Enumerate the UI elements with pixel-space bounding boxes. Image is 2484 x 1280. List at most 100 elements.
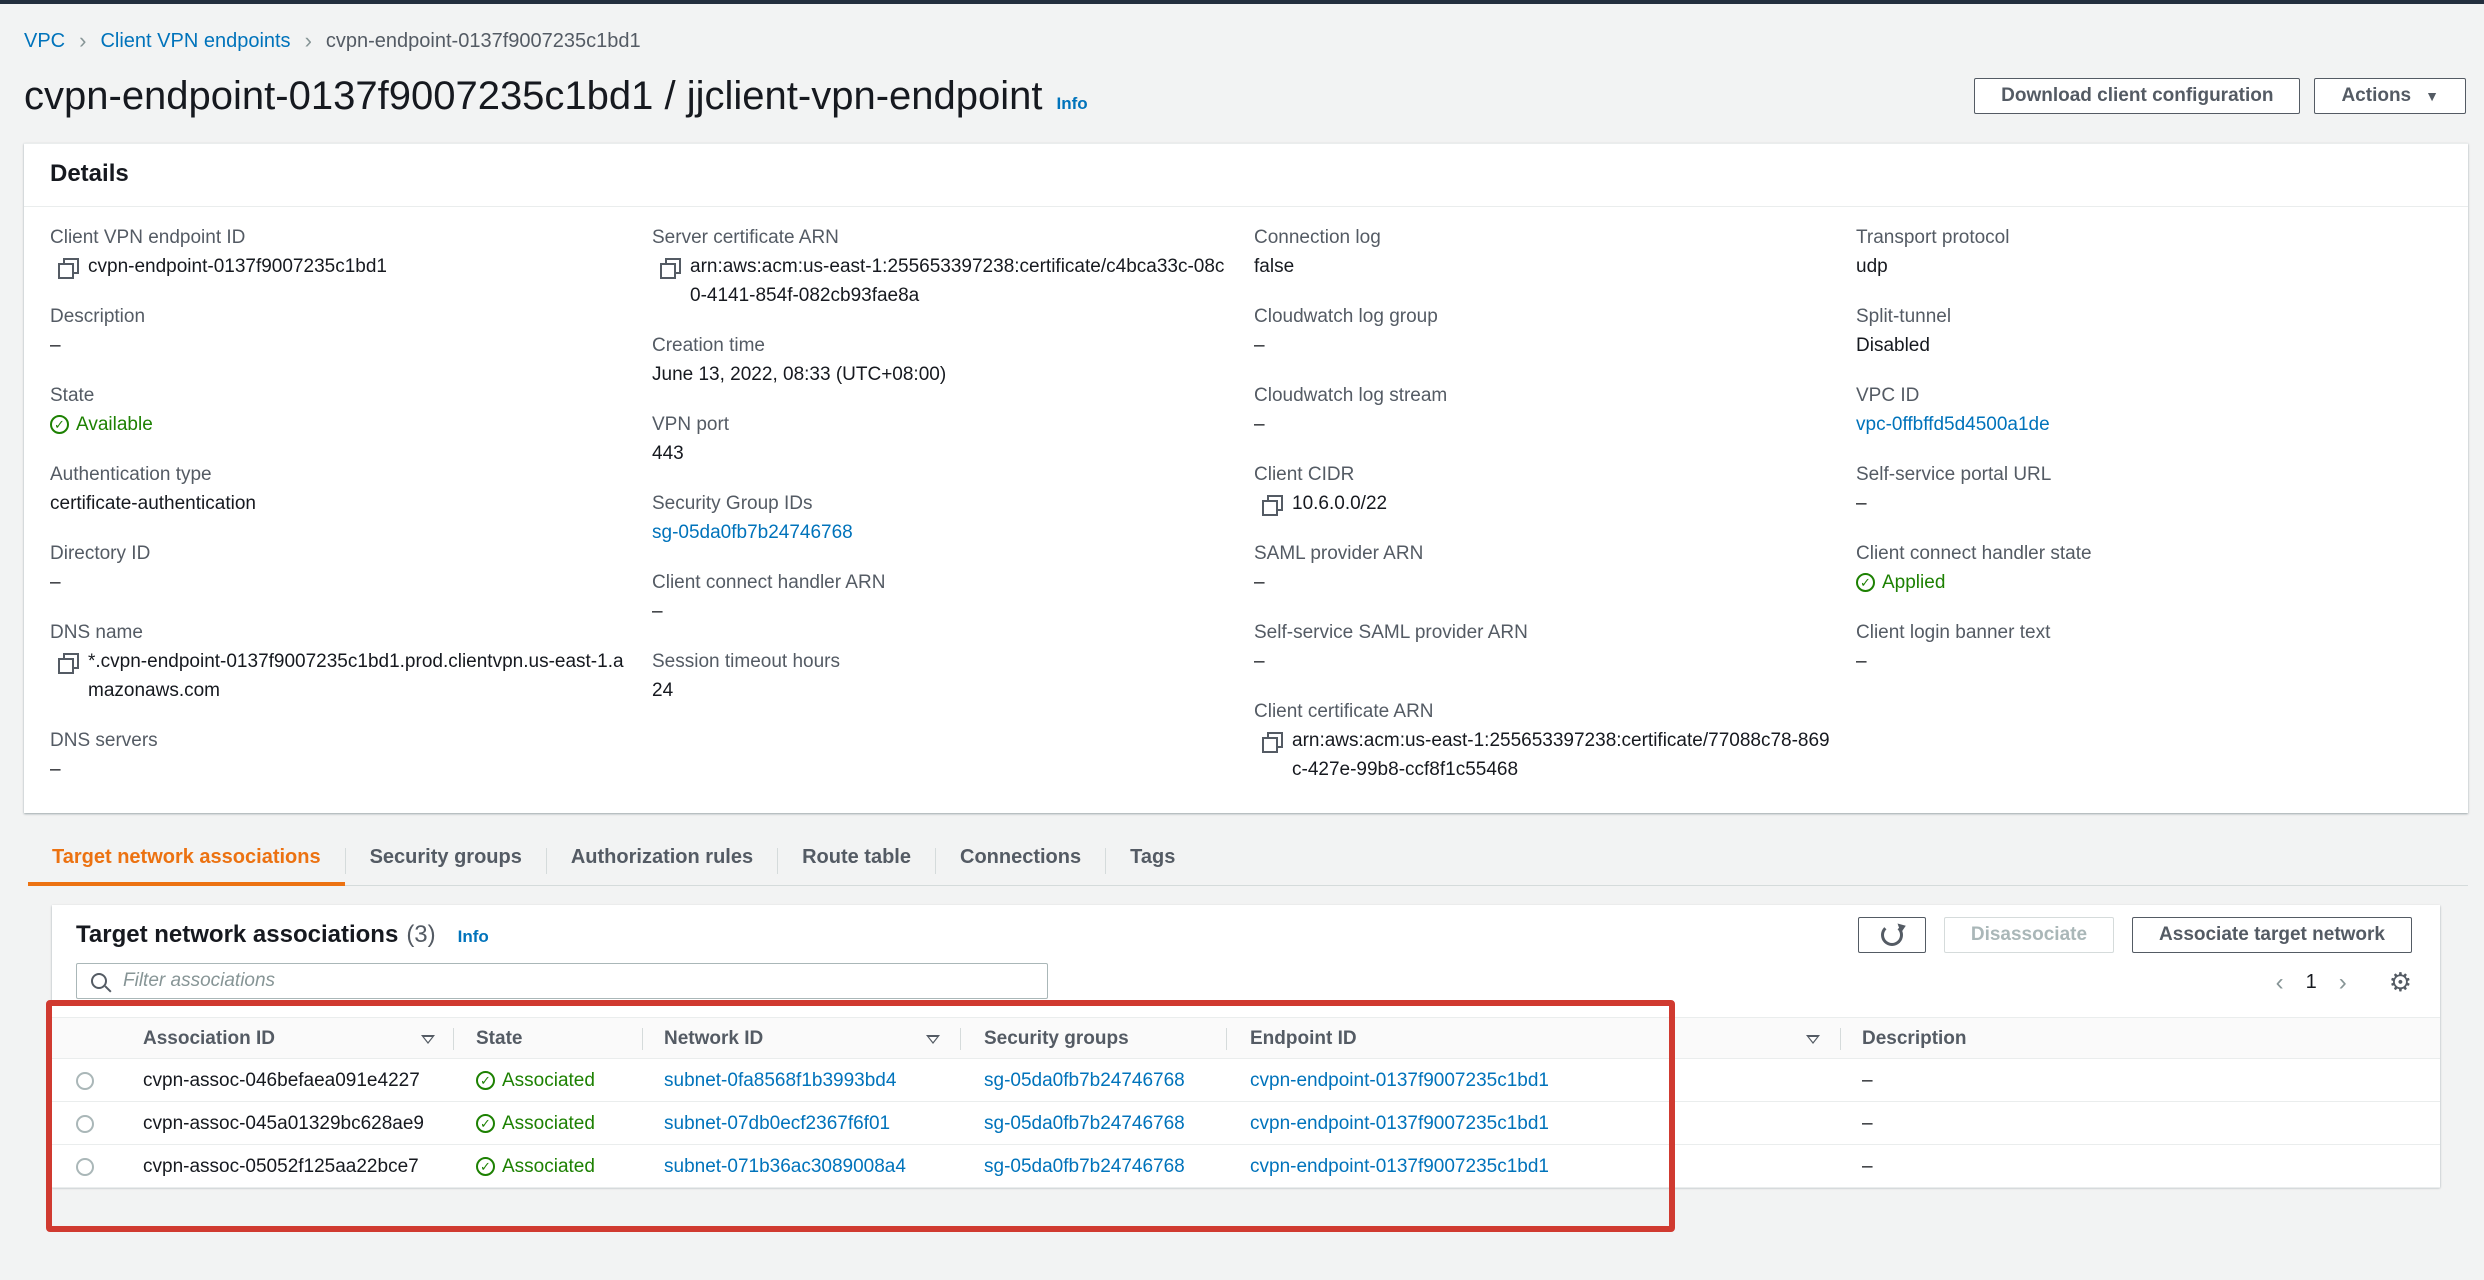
table-row[interactable]: cvpn-assoc-05052f125aa22bce7 ✓ Associate… xyxy=(52,1145,2440,1188)
header-actions: Download client configuration Actions ▼ xyxy=(1974,78,2466,114)
check-circle-icon: ✓ xyxy=(476,1071,495,1090)
breadcrumb-client-vpn-endpoints[interactable]: Client VPN endpoints xyxy=(100,30,290,53)
field-label: DNS servers xyxy=(50,730,158,751)
page-title: cvpn-endpoint-0137f9007235c1bd1 / jjclie… xyxy=(24,74,1043,118)
endpoint-id-link[interactable]: cvpn-endpoint-0137f9007235c1bd1 xyxy=(1250,1145,1549,1188)
state-value: Associated xyxy=(502,1113,595,1134)
target-network-associations-panel: Target network associations (3) Info Dis… xyxy=(52,905,2440,1188)
field-directory-id: Directory ID – xyxy=(50,540,630,597)
row-radio[interactable] xyxy=(76,1072,94,1090)
field-cloudwatch-log-group: Cloudwatch log group – xyxy=(1254,303,1834,360)
column-endpoint-id[interactable]: Endpoint ID xyxy=(1250,1018,1357,1060)
field-value: Disabled xyxy=(1856,335,1930,356)
sort-icon[interactable] xyxy=(421,1035,435,1044)
chevron-left-icon[interactable]: ‹ xyxy=(2276,969,2284,997)
field-server-certificate-arn: Server certificate ARN arn:aws:acm:us-ea… xyxy=(652,224,1232,310)
column-separator xyxy=(642,1028,643,1050)
field-value: – xyxy=(652,601,663,622)
column-security-groups[interactable]: Security groups xyxy=(984,1018,1129,1060)
field-label: Transport protocol xyxy=(1856,227,2010,248)
info-link[interactable]: Info xyxy=(458,927,489,947)
field-label: Client connect handler ARN xyxy=(652,572,886,593)
tab-security-groups[interactable]: Security groups xyxy=(346,838,546,886)
field-value: – xyxy=(1254,572,1265,593)
filter-associations-input[interactable] xyxy=(121,969,1001,993)
field-value: – xyxy=(50,759,61,780)
sort-icon[interactable] xyxy=(926,1035,940,1044)
field-value: 24 xyxy=(652,680,674,701)
network-id-link[interactable]: subnet-071b36ac3089008a4 xyxy=(664,1145,906,1188)
field-value: 10.6.0.0/22 xyxy=(1254,489,1834,518)
caret-down-icon: ▼ xyxy=(2425,88,2439,104)
client-certificate-value: arn:aws:acm:us-east-1:255653397238:certi… xyxy=(1292,730,1830,780)
column-separator xyxy=(1840,1028,1841,1050)
refresh-icon xyxy=(1880,924,1903,946)
field-label: Description xyxy=(50,306,146,327)
field-label: Client CIDR xyxy=(1254,464,1355,485)
copy-icon[interactable] xyxy=(58,653,79,674)
column-state[interactable]: State xyxy=(476,1018,522,1060)
field-client-login-banner-text: Client login banner text – xyxy=(1856,619,2436,676)
copy-icon[interactable] xyxy=(660,258,681,279)
column-description[interactable]: Description xyxy=(1862,1018,1967,1060)
actions-button-label: Actions xyxy=(2341,85,2412,106)
field-connection-log: Connection log false xyxy=(1254,224,1834,281)
refresh-button[interactable] xyxy=(1857,917,1926,953)
row-radio[interactable] xyxy=(76,1158,94,1176)
copy-icon[interactable] xyxy=(58,258,79,279)
network-id-link[interactable]: subnet-0fa8568f1b3993bd4 xyxy=(664,1059,896,1102)
chevron-right-icon[interactable]: › xyxy=(2339,969,2347,997)
security-group-link[interactable]: sg-05da0fb7b24746768 xyxy=(984,1059,1185,1102)
download-client-configuration-button[interactable]: Download client configuration xyxy=(1974,78,2301,114)
info-link[interactable]: Info xyxy=(1057,94,1088,114)
filter-box xyxy=(76,963,1048,999)
field-label: Creation time xyxy=(652,335,765,356)
disassociate-button[interactable]: Disassociate xyxy=(1943,917,2115,953)
tab-target-network-associations[interactable]: Target network associations xyxy=(28,838,345,886)
description-value: – xyxy=(1862,1070,1873,1091)
tab-route-table[interactable]: Route table xyxy=(778,838,935,886)
field-value: 443 xyxy=(652,443,684,464)
field-label: Client connect handler state xyxy=(1856,543,2092,564)
state-value: Available xyxy=(76,414,153,435)
field-value: – xyxy=(1254,414,1265,435)
field-label: Self-service SAML provider ARN xyxy=(1254,622,1528,643)
tab-tags[interactable]: Tags xyxy=(1106,838,1199,886)
field-value: – xyxy=(1254,651,1265,672)
field-value: – xyxy=(1856,493,1867,514)
tab-authorization-rules[interactable]: Authorization rules xyxy=(547,838,777,886)
copy-icon[interactable] xyxy=(1262,732,1283,753)
security-group-link[interactable]: sg-05da0fb7b24746768 xyxy=(984,1145,1185,1188)
tab-connections[interactable]: Connections xyxy=(936,838,1105,886)
vpc-id-link[interactable]: vpc-0ffbffd5d4500a1de xyxy=(1856,414,2050,435)
security-group-link[interactable]: sg-05da0fb7b24746768 xyxy=(984,1102,1185,1145)
endpoint-id-link[interactable]: cvpn-endpoint-0137f9007235c1bd1 xyxy=(1250,1059,1549,1102)
dns-name-value: *.cvpn-endpoint-0137f9007235c1bd1.prod.c… xyxy=(88,651,624,701)
client-cidr-value: 10.6.0.0/22 xyxy=(1292,493,1388,514)
column-association-id[interactable]: Association ID xyxy=(143,1018,275,1060)
sort-icon[interactable] xyxy=(1806,1035,1820,1044)
field-value: June 13, 2022, 08:33 (UTC+08:00) xyxy=(652,364,947,385)
column-separator xyxy=(1226,1028,1227,1050)
breadcrumb-vpc[interactable]: VPC xyxy=(24,30,65,53)
status-badge: ✓ Associated xyxy=(476,1145,595,1188)
handler-state-value: Applied xyxy=(1882,572,1946,593)
network-id-link[interactable]: subnet-07db0ecf2367f6f01 xyxy=(664,1102,890,1145)
field-value: false xyxy=(1254,256,1295,277)
table-row[interactable]: cvpn-assoc-045a01329bc628ae9 ✓ Associate… xyxy=(52,1102,2440,1145)
endpoint-id-link[interactable]: cvpn-endpoint-0137f9007235c1bd1 xyxy=(1250,1102,1549,1145)
field-vpn-port: VPN port 443 xyxy=(652,411,1232,468)
copy-icon[interactable] xyxy=(1262,495,1283,516)
field-label: Security Group IDs xyxy=(652,493,813,514)
column-network-id[interactable]: Network ID xyxy=(664,1018,763,1060)
table-row[interactable]: cvpn-assoc-046befaea091e4227 ✓ Associate… xyxy=(52,1059,2440,1102)
associate-target-network-button[interactable]: Associate target network xyxy=(2132,917,2412,953)
actions-button[interactable]: Actions ▼ xyxy=(2314,78,2466,114)
gear-icon[interactable]: ⚙ xyxy=(2389,967,2412,998)
security-group-link[interactable]: sg-05da0fb7b24746768 xyxy=(652,522,853,543)
association-id: cvpn-assoc-05052f125aa22bce7 xyxy=(143,1156,419,1177)
row-radio[interactable] xyxy=(76,1115,94,1133)
page-header: cvpn-endpoint-0137f9007235c1bd1 / jjclie… xyxy=(24,74,1088,119)
section-title: Target network associations (3) Info xyxy=(76,921,489,949)
page-number[interactable]: 1 xyxy=(2306,971,2317,994)
